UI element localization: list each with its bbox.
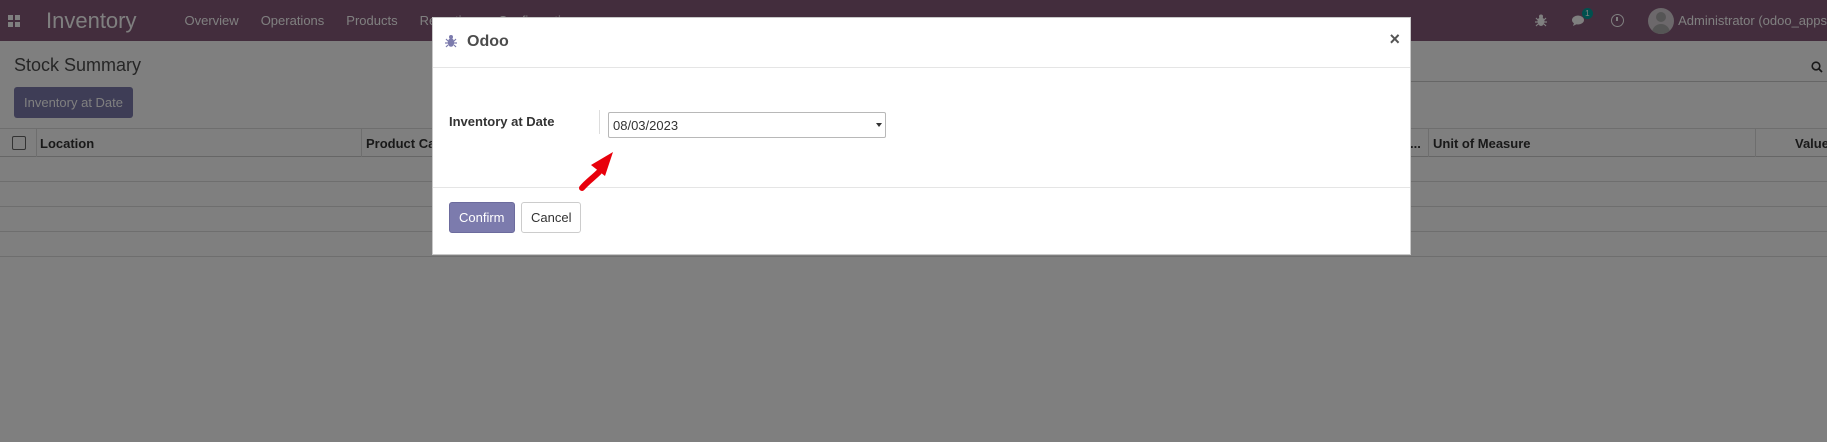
field-divider	[599, 110, 600, 134]
cancel-button[interactable]: Cancel	[521, 202, 582, 233]
confirm-button[interactable]: Confirm	[449, 202, 515, 233]
dialog-header: Odoo ×	[433, 18, 1410, 68]
dialog-title: Odoo	[467, 33, 509, 50]
inventory-at-date-dialog: Odoo × Inventory at Date Confirm Cancel	[432, 17, 1411, 255]
caret-down-icon[interactable]	[876, 123, 882, 127]
red-arrow-annotation	[579, 152, 613, 191]
dialog-body: Inventory at Date	[433, 68, 1410, 191]
inventory-date-input[interactable]	[608, 112, 886, 138]
bug-icon	[445, 35, 457, 48]
inventory-date-label: Inventory at Date	[449, 114, 555, 129]
dialog-footer: Confirm Cancel	[433, 188, 1410, 255]
close-button[interactable]: ×	[1389, 29, 1400, 50]
